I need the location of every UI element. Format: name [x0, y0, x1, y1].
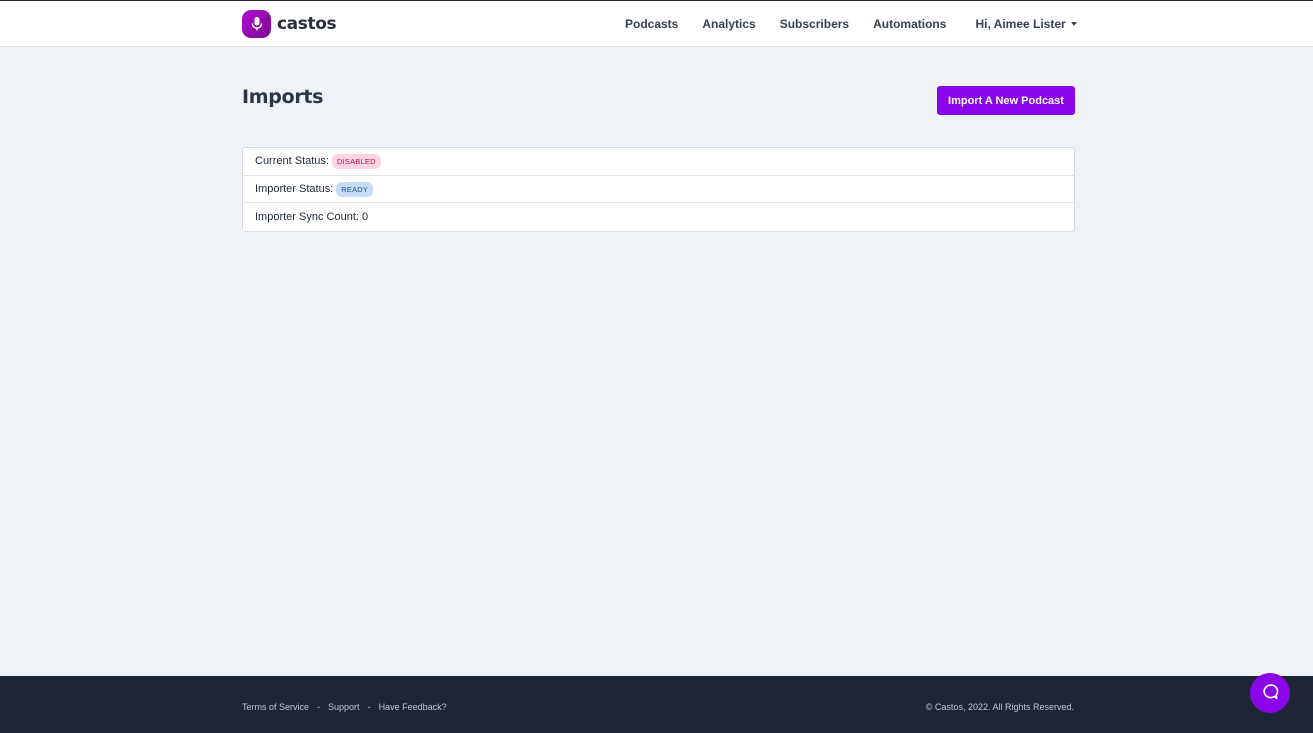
- brand-name: castos: [277, 14, 337, 34]
- footer-separator: -: [367, 702, 371, 712]
- nav-analytics[interactable]: Analytics: [702, 17, 755, 31]
- copyright-text: © Castos, 2022. All Rights Reserved.: [925, 702, 1074, 712]
- sync-count-row: Importer Sync Count: 0: [243, 203, 1074, 231]
- import-status-list: Current Status: DISABLED Importer Status…: [242, 147, 1075, 233]
- chat-bubble-icon: [1261, 683, 1279, 704]
- nav-subscribers[interactable]: Subscribers: [780, 17, 849, 31]
- caret-down-icon: [1070, 22, 1077, 26]
- current-status-row: Current Status: DISABLED: [243, 148, 1074, 176]
- support-link[interactable]: Support: [328, 702, 360, 712]
- footer-links: Terms of Service - Support - Have Feedba…: [242, 702, 447, 712]
- feedback-link[interactable]: Have Feedback?: [379, 702, 447, 712]
- user-menu-toggle[interactable]: Hi, Aimee Lister: [975, 17, 1077, 31]
- sync-count-text: Importer Sync Count: 0: [255, 211, 369, 224]
- nav-podcasts[interactable]: Podcasts: [625, 17, 678, 31]
- help-chat-button[interactable]: [1250, 673, 1290, 713]
- status-badge-ready: READY: [336, 181, 374, 197]
- microphone-icon: [242, 10, 271, 38]
- main-nav: Podcasts Analytics Subscribers Automatio…: [613, 1, 1089, 47]
- nav-automations[interactable]: Automations: [873, 17, 946, 31]
- terms-of-service-link[interactable]: Terms of Service: [242, 702, 309, 712]
- current-status-label: Current Status:: [255, 155, 329, 168]
- footer-separator: -: [317, 702, 321, 712]
- user-greeting: Hi, Aimee Lister: [975, 17, 1066, 31]
- importer-status-row: Importer Status: READY: [243, 176, 1074, 204]
- status-badge-disabled: DISABLED: [331, 153, 381, 169]
- top-navbar: castos Podcasts Analytics Subscribers Au…: [0, 0, 1313, 47]
- import-new-podcast-button[interactable]: Import A New Podcast: [937, 86, 1075, 115]
- footer: Terms of Service - Support - Have Feedba…: [0, 676, 1313, 733]
- page-title: Imports: [242, 86, 324, 108]
- castos-logo[interactable]: castos: [242, 10, 337, 38]
- importer-status-label: Importer Status:: [255, 183, 334, 196]
